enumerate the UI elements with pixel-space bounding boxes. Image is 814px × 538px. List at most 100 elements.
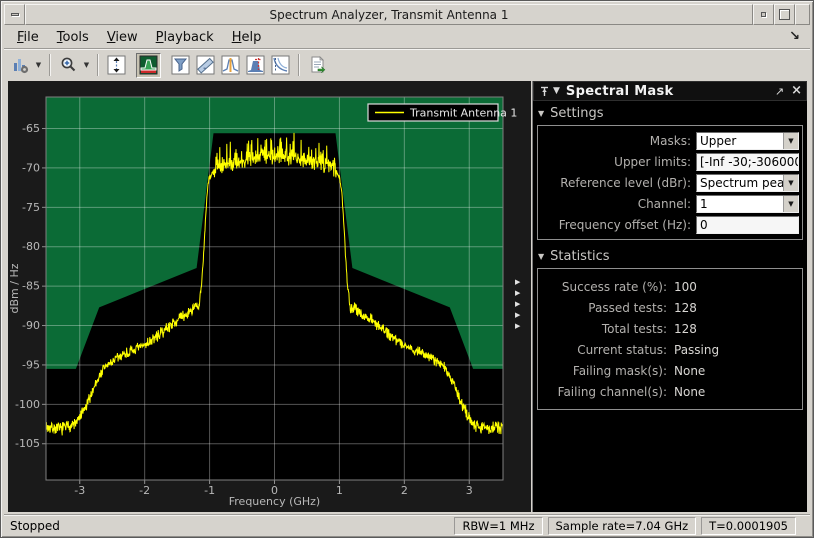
x-tick-label: 3: [466, 484, 473, 497]
spectrum-settings-icon: [12, 56, 30, 74]
zoom-caret[interactable]: ▼: [81, 53, 92, 78]
cursor-measurements-button[interactable]: [193, 53, 218, 78]
y-tick-label: -95: [22, 358, 40, 371]
title-bar-corner: [795, 4, 810, 25]
total-tests-value: 128: [674, 322, 697, 336]
occupied-bandwidth-button[interactable]: [268, 53, 293, 78]
close-icon[interactable]: ×: [791, 86, 802, 96]
reference-level-label: Reference level (dBr):: [541, 176, 696, 190]
reference-level-row: Reference level (dBr): Spectrum peak ▼: [541, 172, 799, 193]
statistics-group: Success rate (%): 100 Passed tests: 128 …: [537, 268, 803, 410]
dock-arrow-icon[interactable]: ↘: [789, 29, 800, 44]
autoscale-y-button[interactable]: [104, 53, 129, 78]
cursor-measurements-icon: [196, 55, 215, 75]
upper-limits-input[interactable]: [-Inf -30;-306000: [696, 153, 799, 171]
distortion-measurements-button[interactable]: [168, 53, 193, 78]
y-tick-label: -90: [22, 319, 40, 332]
y-tick-label: -75: [22, 201, 40, 214]
splitter-arrow-icon: ▶: [515, 310, 527, 321]
y-tick-label: -65: [22, 122, 40, 135]
y-tick-label: -70: [22, 161, 40, 174]
upper-limits-row: Upper limits: [-Inf -30;-306000: [541, 151, 799, 172]
toolbar: ▼ ▼: [4, 50, 810, 80]
spectrum-plot[interactable]: -3-2-10123-65-70-75-80-85-90-95-100-105F…: [8, 81, 531, 512]
settings-group: Masks: Upper ▼ Upper limits: [-Inf -30;-…: [537, 125, 803, 240]
masks-label: Masks:: [541, 134, 696, 148]
y-tick-label: -85: [22, 280, 40, 293]
frequency-offset-input[interactable]: 0: [696, 216, 799, 234]
panel-title: Spectral Mask: [566, 84, 674, 99]
sample-rate-cell: Sample rate=7.04 GHz: [548, 517, 697, 535]
chevron-down-icon[interactable]: ▼: [783, 175, 798, 191]
x-tick-label: -1: [204, 484, 215, 497]
x-tick-label: 2: [401, 484, 408, 497]
x-tick-label: -2: [139, 484, 150, 497]
total-tests-row: Total tests: 128: [541, 318, 799, 339]
window-menu-icon: [11, 13, 19, 16]
toolbar-separator: [97, 54, 99, 76]
spectrum-settings-button[interactable]: [8, 53, 33, 78]
undock-icon[interactable]: ↗: [775, 85, 784, 98]
x-tick-label: -3: [74, 484, 85, 497]
spectral-mask-button[interactable]: [136, 53, 161, 78]
masks-select[interactable]: Upper ▼: [696, 132, 799, 150]
splitter-arrow-icon: ▶: [515, 299, 527, 310]
channel-row: Channel: 1 ▼: [541, 193, 799, 214]
distortion-measurements-icon: [171, 55, 190, 75]
minimize-icon: [761, 12, 766, 17]
title-bar: Spectrum Analyzer, Transmit Antenna 1: [4, 4, 810, 25]
panel-collapse-icon[interactable]: ▼: [553, 86, 560, 96]
spectral-mask-icon: [139, 55, 158, 75]
statistics-section-header[interactable]: ▼ Statistics: [533, 244, 807, 267]
occupied-bandwidth-icon: [271, 55, 290, 75]
menu-file[interactable]: File: [8, 28, 48, 47]
x-axis-label: Frequency (GHz): [229, 495, 320, 508]
y-tick-label: -80: [22, 240, 40, 253]
frequency-offset-row: Frequency offset (Hz): 0: [541, 214, 799, 235]
failing-masks-value: None: [674, 364, 705, 378]
spectral-mask-panel: ▼ Spectral Mask ↗ × ▼ Settings Masks: Up…: [532, 81, 807, 512]
zoom-button[interactable]: [56, 53, 81, 78]
chevron-down-icon[interactable]: ▼: [783, 196, 798, 212]
settings-section-title: Settings: [550, 106, 603, 121]
window-menu-button[interactable]: [4, 4, 25, 25]
failing-channels-row: Failing channel(s): None: [541, 381, 799, 402]
channel-select[interactable]: 1 ▼: [696, 195, 799, 213]
minimize-button[interactable]: [753, 4, 774, 25]
maximize-button[interactable]: [774, 4, 795, 25]
peak-finder-icon: [221, 55, 240, 75]
channel-measurements-icon: [246, 55, 265, 75]
peak-finder-button[interactable]: [218, 53, 243, 78]
maximize-icon: [779, 9, 790, 20]
current-status-value: Passing: [674, 343, 719, 357]
menu-view[interactable]: View: [98, 28, 147, 47]
section-collapse-icon: ▼: [538, 109, 544, 118]
section-collapse-icon: ▼: [538, 252, 544, 261]
chevron-down-icon[interactable]: ▼: [783, 133, 798, 149]
menu-help[interactable]: Help: [223, 28, 271, 47]
time-cell: T=0.0001905: [701, 517, 796, 535]
passed-tests-value: 128: [674, 301, 697, 315]
splitter-arrow-icon: ▶: [515, 288, 527, 299]
masks-row: Masks: Upper ▼: [541, 130, 799, 151]
window-title: Spectrum Analyzer, Transmit Antenna 1: [25, 4, 753, 25]
menu-tools[interactable]: Tools: [48, 28, 98, 47]
spectrum-plot-figure: -3-2-10123-65-70-75-80-85-90-95-100-105F…: [8, 81, 531, 512]
menu-playback[interactable]: Playback: [147, 28, 223, 47]
spectrum-settings-caret[interactable]: ▼: [33, 53, 44, 78]
current-status-row: Current status: Passing: [541, 339, 799, 360]
y-tick-label: -100: [15, 398, 40, 411]
zoom-icon: [60, 56, 78, 74]
success-rate-row: Success rate (%): 100: [541, 276, 799, 297]
panel-splitter[interactable]: ▶ ▶ ▶ ▶ ▶: [515, 277, 527, 332]
pin-icon[interactable]: [540, 86, 549, 97]
status-bar: Stopped RBW=1 MHz Sample rate=7.04 GHz T…: [4, 514, 810, 536]
settings-section-header[interactable]: ▼ Settings: [533, 101, 807, 124]
spectrum-analyzer-window: Spectrum Analyzer, Transmit Antenna 1 Fi…: [0, 0, 814, 538]
legend-label: Transmit Antenna 1: [409, 107, 517, 120]
generate-script-icon: [308, 55, 327, 75]
reference-level-select[interactable]: Spectrum peak ▼: [696, 174, 799, 192]
channel-measurements-button[interactable]: [243, 53, 268, 78]
autoscale-y-icon: [107, 55, 126, 75]
generate-script-button[interactable]: [305, 53, 330, 78]
